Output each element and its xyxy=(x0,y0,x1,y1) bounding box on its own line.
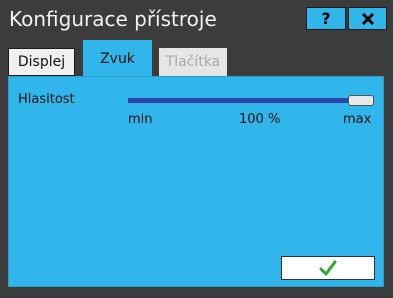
config-dialog: Konfigurace přístroje ? Displej Zvuk Tla… xyxy=(0,0,393,298)
tab-bar: Displej Zvuk Tlačítka xyxy=(0,38,393,78)
title-bar: Konfigurace přístroje ? xyxy=(0,0,393,38)
ok-button[interactable] xyxy=(281,256,375,280)
sound-panel: Hlasitost min 100 % max xyxy=(8,76,384,287)
tab-displej[interactable]: Displej xyxy=(8,48,75,76)
volume-slider[interactable] xyxy=(128,95,374,107)
close-x-icon xyxy=(361,12,374,25)
slider-value-label: 100 % xyxy=(239,112,281,127)
tab-zvuk[interactable]: Zvuk xyxy=(83,40,152,78)
volume-label: Hlasitost xyxy=(18,92,75,107)
checkmark-icon xyxy=(319,260,337,276)
help-label: ? xyxy=(321,9,331,28)
slider-fill xyxy=(128,98,361,103)
tab-tlacitka: Tlačítka xyxy=(159,48,227,76)
help-button[interactable]: ? xyxy=(306,7,346,30)
slider-min-label: min xyxy=(128,112,153,127)
close-button[interactable] xyxy=(348,7,387,30)
slider-max-label: max xyxy=(343,112,372,127)
slider-thumb[interactable] xyxy=(348,95,374,106)
window-title: Konfigurace přístroje xyxy=(9,7,217,31)
